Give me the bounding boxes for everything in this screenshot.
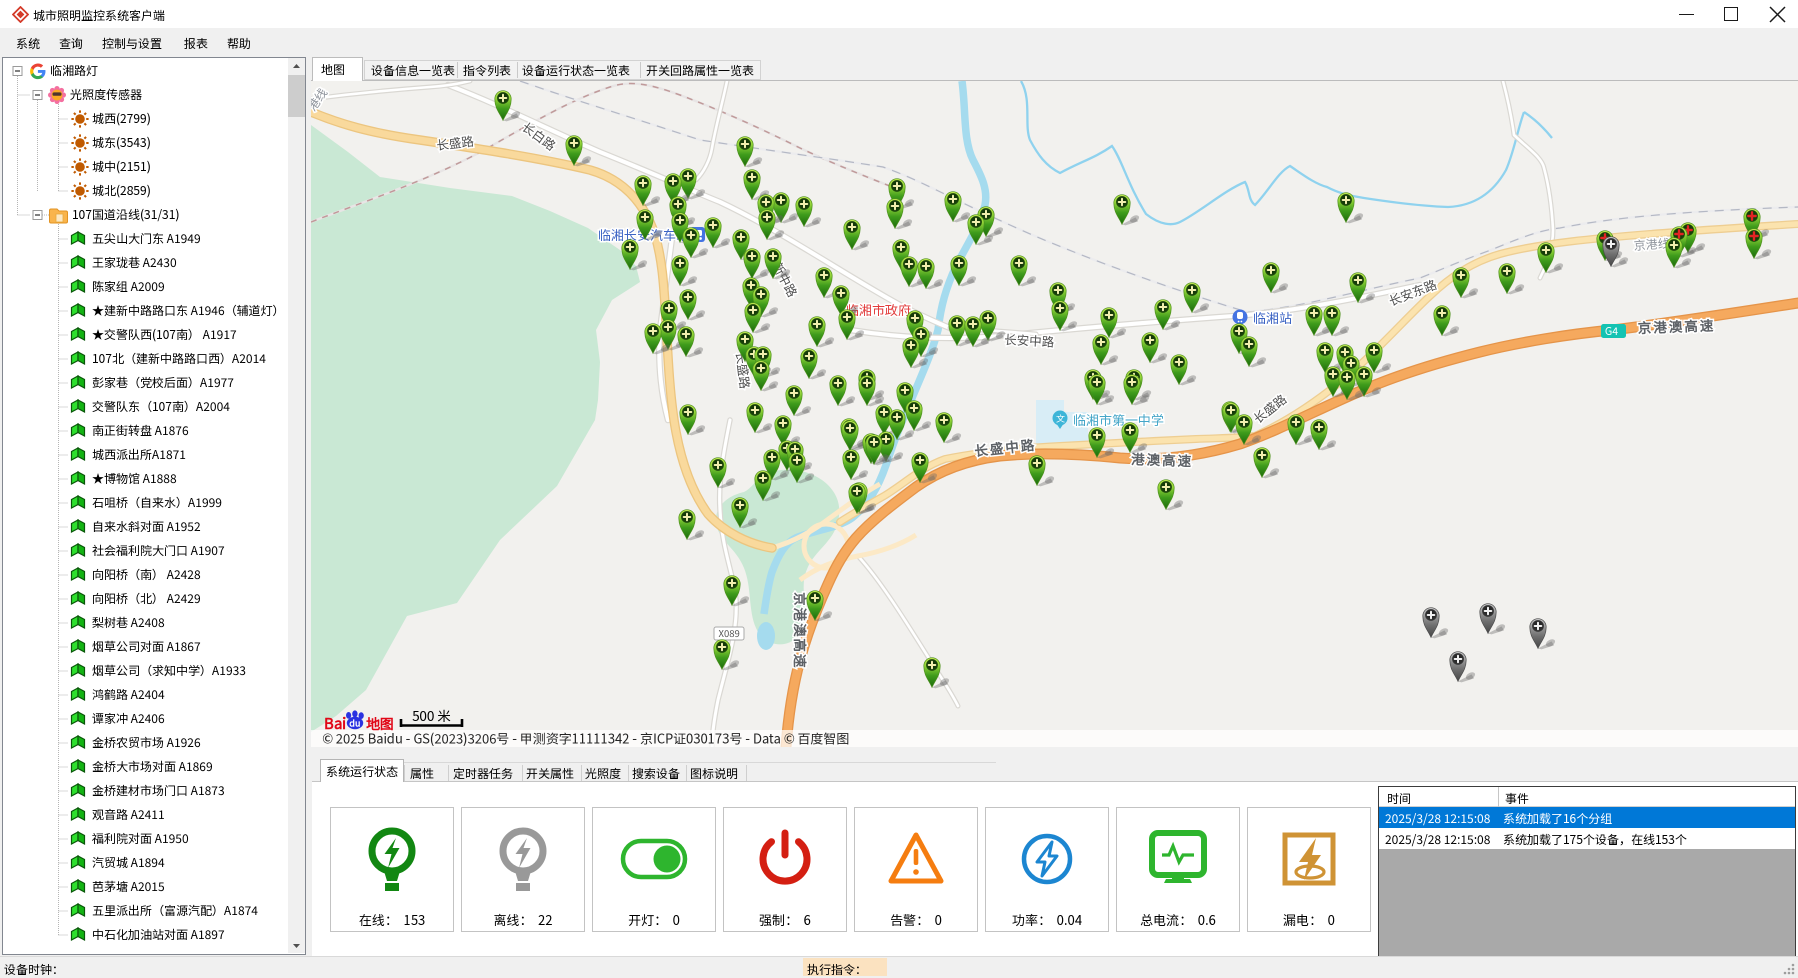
svg-text:X089: X089 [719,626,740,640]
svg-text:光照度传感器: 光照度传感器 [70,86,143,103]
svg-text:观音路 A2411: 观音路 A2411 [92,806,165,823]
svg-text:金桥大市场对面 A1869: 金桥大市场对面 A1869 [91,758,213,775]
svg-text:福利院对面 A1950: 福利院对面 A1950 [92,830,189,847]
svg-text:城东(3543): 城东(3543) [92,134,151,151]
svg-text:社会福利院大门口 A1907: 社会福利院大门口 A1907 [91,542,225,559]
svg-text:向阳桥（南） A2428: 向阳桥（南） A2428 [92,566,201,583]
svg-text:梨树巷 A2408: 梨树巷 A2408 [92,614,165,631]
svg-text:du: du [348,716,361,729]
svg-text:向阳桥（北） A2429: 向阳桥（北） A2429 [92,590,201,607]
svg-text:城中(2151): 城中(2151) [92,158,151,175]
svg-text:京港澳高速: 京港澳高速 [1637,314,1715,337]
svg-text:彭家巷（党校后面）A1977: 彭家巷（党校后面）A1977 [92,374,234,391]
svg-text:港澳高速: 港澳高速 [1131,448,1194,470]
svg-text:中石化加油站对面 A1897: 中石化加油站对面 A1897 [92,926,225,943]
svg-text:临湘站: 临湘站 [1253,308,1292,327]
svg-text:京港线: 京港线 [1633,235,1670,254]
svg-text:107国道沿线(31/31): 107国道沿线(31/31) [72,206,179,223]
svg-text:南正街转盘 A1876: 南正街转盘 A1876 [92,422,189,439]
svg-text:五里派出所（富源汽配）A1874: 五里派出所（富源汽配）A1874 [92,902,258,919]
svg-text:G4: G4 [1605,324,1618,339]
svg-text:金桥建材市场门口 A1873: 金桥建材市场门口 A1873 [91,782,225,799]
svg-text:烟草公司（求知中学）A1933: 烟草公司（求知中学）A1933 [92,662,246,679]
svg-text:烟草公司对面 A1867: 烟草公司对面 A1867 [92,638,201,655]
svg-text:芭茅塘 A2015: 芭茅塘 A2015 [92,878,165,895]
svg-text:城西(2799): 城西(2799) [92,110,151,127]
svg-text:鸿鹤路 A2404: 鸿鹤路 A2404 [92,686,165,703]
svg-text:临湘市第一中学: 临湘市第一中学 [1073,410,1164,429]
svg-text:金桥农贸市场 A1926: 金桥农贸市场 A1926 [91,734,201,751]
svg-text:城西派出所A1871: 城西派出所A1871 [92,446,186,463]
svg-text:★交警队西(107南） A1917: ★交警队西(107南） A1917 [92,326,237,343]
svg-text:500 米: 500 米 [412,705,451,725]
svg-text:王家珑巷 A2430: 王家珑巷 A2430 [92,254,177,271]
svg-text:汽贸城 A1894: 汽贸城 A1894 [92,854,165,871]
svg-text:石咀桥（自来水）A1999: 石咀桥（自来水）A1999 [92,494,222,511]
svg-text:五尖山大门东 A1949: 五尖山大门东 A1949 [92,230,201,247]
svg-text:谭家冲 A2406: 谭家冲 A2406 [92,710,165,727]
svg-text:交警队东（107南）A2004: 交警队东（107南）A2004 [92,398,230,415]
svg-text:107北（建新中路路口西）A2014: 107北（建新中路路口西）A2014 [92,350,266,367]
svg-text:★建新中路路口东 A1946（辅道灯）: ★建新中路路口东 A1946（辅道灯） [92,302,285,319]
svg-text:★博物馆 A1888: ★博物馆 A1888 [92,470,177,487]
svg-text:长安中路: 长安中路 [1004,329,1055,351]
svg-text:自来水斜对面 A1952: 自来水斜对面 A1952 [92,518,201,535]
svg-text:© 2025 Baidu - GS(2023)3206号 -: © 2025 Baidu - GS(2023)3206号 - 甲测资字11111… [322,729,849,748]
svg-text:陈家组 A2009: 陈家组 A2009 [92,278,165,295]
svg-text:临湘路灯: 临湘路灯 [50,62,99,79]
svg-text:城北(2859): 城北(2859) [92,182,151,199]
svg-text:文: 文 [1056,412,1066,425]
